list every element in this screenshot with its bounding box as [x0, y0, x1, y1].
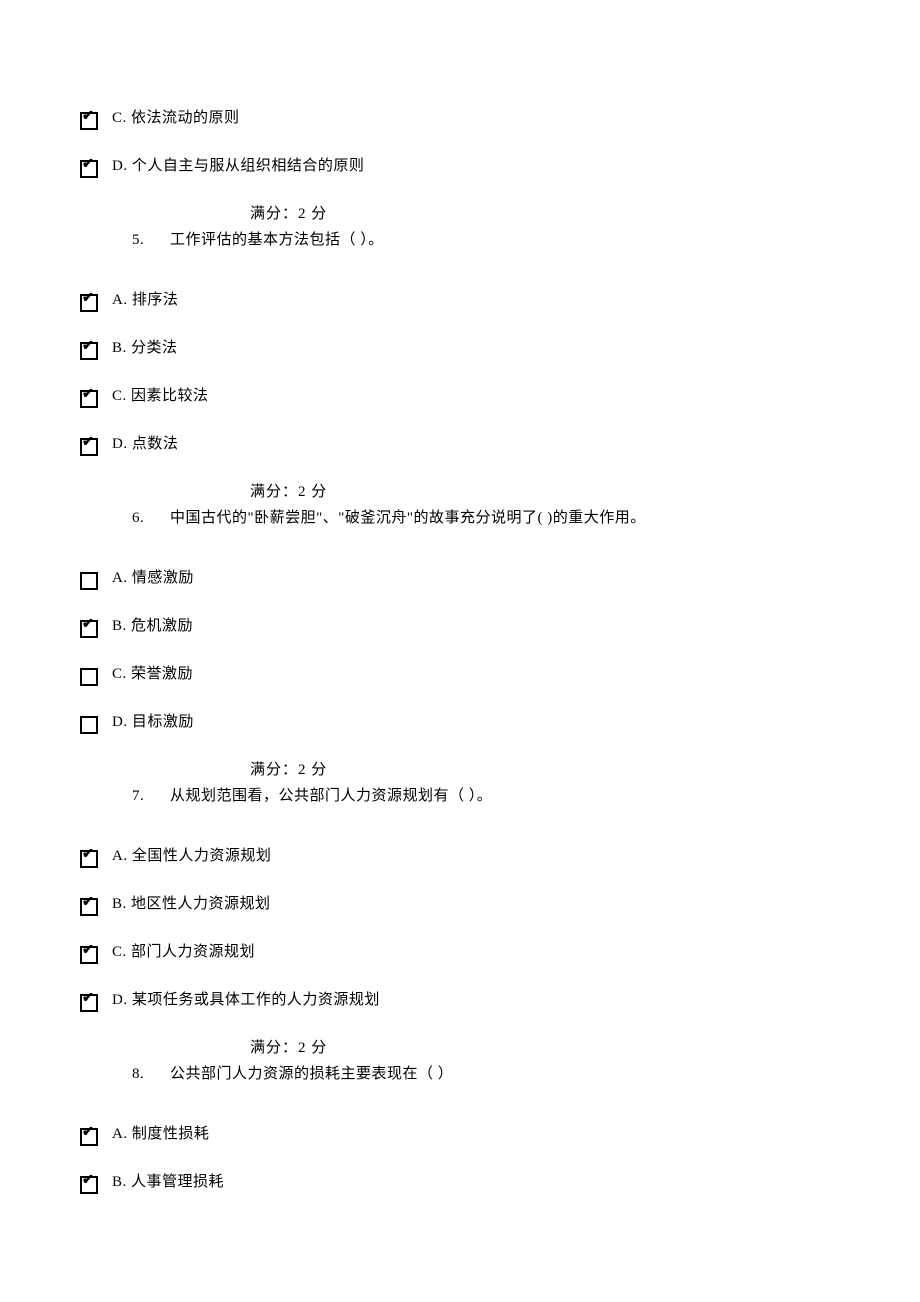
option-text: C. 依法流动的原则 — [108, 106, 240, 130]
option-text: B. 分类法 — [108, 336, 178, 360]
option-text: C. 因素比较法 — [108, 384, 209, 408]
question-number: 5. — [132, 228, 160, 252]
question-number: 7. — [132, 784, 160, 808]
option-row: D. 某项任务或具体工作的人力资源规划 — [80, 988, 840, 1012]
option-text: B. 人事管理损耗 — [108, 1170, 224, 1194]
question-number: 6. — [132, 506, 160, 530]
score-value: 2 — [298, 1040, 307, 1056]
option-row: D. 个人自主与服从组织相结合的原则 — [80, 154, 840, 178]
score-suffix: 分 — [307, 1040, 328, 1056]
checkbox-checked-icon[interactable] — [80, 438, 98, 456]
score-line: 满分：2 分 — [80, 1036, 840, 1060]
score-suffix: 分 — [307, 762, 328, 778]
option-row: B. 分类法 — [80, 336, 840, 360]
option-text: D. 目标激励 — [108, 710, 194, 734]
option-text: D. 点数法 — [108, 432, 178, 456]
score-value: 2 — [298, 762, 307, 778]
option-text: D. 个人自主与服从组织相结合的原则 — [108, 154, 364, 178]
checkbox-checked-icon[interactable] — [80, 294, 98, 312]
option-row: D. 目标激励 — [80, 710, 840, 734]
score-value: 2 — [298, 484, 307, 500]
question-line: 5.工作评估的基本方法包括（ ）。 — [80, 228, 840, 252]
question-line: 8.公共部门人力资源的损耗主要表现在（ ） — [80, 1062, 840, 1086]
document-content: C. 依法流动的原则D. 个人自主与服从组织相结合的原则满分：2 分5.工作评估… — [80, 106, 840, 1194]
option-row: D. 点数法 — [80, 432, 840, 456]
option-row: A. 制度性损耗 — [80, 1122, 840, 1146]
score-prefix: 满分： — [250, 206, 298, 222]
score-suffix: 分 — [307, 484, 328, 500]
checkbox-checked-icon[interactable] — [80, 1176, 98, 1194]
score-prefix: 满分： — [250, 1040, 298, 1056]
checkbox-checked-icon[interactable] — [80, 1128, 98, 1146]
option-text: C. 部门人力资源规划 — [108, 940, 255, 964]
score-line: 满分：2 分 — [80, 202, 840, 226]
question-text: 中国古代的"卧薪尝胆"、"破釜沉舟"的故事充分说明了( )的重大作用。 — [160, 510, 646, 526]
option-row: A. 情感激励 — [80, 566, 840, 590]
option-row: B. 危机激励 — [80, 614, 840, 638]
option-row: B. 地区性人力资源规划 — [80, 892, 840, 916]
score-line: 满分：2 分 — [80, 480, 840, 504]
checkbox-checked-icon[interactable] — [80, 342, 98, 360]
score-prefix: 满分： — [250, 762, 298, 778]
question-number: 8. — [132, 1062, 160, 1086]
checkbox-checked-icon[interactable] — [80, 160, 98, 178]
option-text: B. 地区性人力资源规划 — [108, 892, 271, 916]
checkbox-unchecked-icon[interactable] — [80, 668, 98, 686]
option-text: A. 全国性人力资源规划 — [108, 844, 271, 868]
question-line: 7.从规划范围看，公共部门人力资源规划有（ ）。 — [80, 784, 840, 808]
question-line: 6.中国古代的"卧薪尝胆"、"破釜沉舟"的故事充分说明了( )的重大作用。 — [80, 506, 840, 530]
option-row: C. 部门人力资源规划 — [80, 940, 840, 964]
checkbox-unchecked-icon[interactable] — [80, 572, 98, 590]
option-row: B. 人事管理损耗 — [80, 1170, 840, 1194]
checkbox-checked-icon[interactable] — [80, 620, 98, 638]
option-row: A. 排序法 — [80, 288, 840, 312]
question-text: 工作评估的基本方法包括（ ）。 — [160, 232, 384, 248]
checkbox-checked-icon[interactable] — [80, 390, 98, 408]
score-line: 满分：2 分 — [80, 758, 840, 782]
option-row: C. 依法流动的原则 — [80, 106, 840, 130]
question-text: 从规划范围看，公共部门人力资源规划有（ ）。 — [160, 788, 492, 804]
option-row: C. 荣誉激励 — [80, 662, 840, 686]
option-text: A. 排序法 — [108, 288, 178, 312]
checkbox-checked-icon[interactable] — [80, 946, 98, 964]
checkbox-checked-icon[interactable] — [80, 850, 98, 868]
score-suffix: 分 — [307, 206, 328, 222]
option-text: A. 制度性损耗 — [108, 1122, 209, 1146]
checkbox-unchecked-icon[interactable] — [80, 716, 98, 734]
checkbox-checked-icon[interactable] — [80, 112, 98, 130]
option-text: D. 某项任务或具体工作的人力资源规划 — [108, 988, 380, 1012]
score-value: 2 — [298, 206, 307, 222]
checkbox-checked-icon[interactable] — [80, 898, 98, 916]
checkbox-checked-icon[interactable] — [80, 994, 98, 1012]
question-text: 公共部门人力资源的损耗主要表现在（ ） — [160, 1066, 453, 1082]
option-text: A. 情感激励 — [108, 566, 194, 590]
option-row: C. 因素比较法 — [80, 384, 840, 408]
score-prefix: 满分： — [250, 484, 298, 500]
option-row: A. 全国性人力资源规划 — [80, 844, 840, 868]
option-text: C. 荣誉激励 — [108, 662, 193, 686]
option-text: B. 危机激励 — [108, 614, 193, 638]
